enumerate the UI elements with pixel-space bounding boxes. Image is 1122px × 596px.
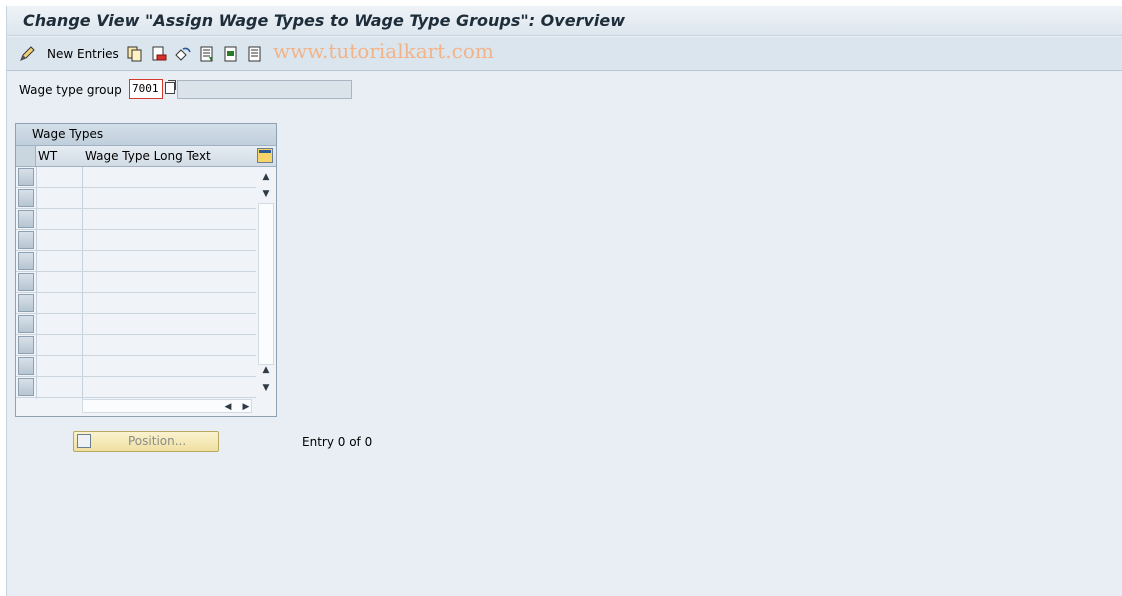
table-row[interactable] <box>16 377 256 398</box>
table-settings-icon[interactable] <box>257 148 273 163</box>
table-row[interactable] <box>16 314 256 335</box>
select-all-rows-button[interactable] <box>16 146 36 166</box>
vertical-scroll-track[interactable] <box>258 203 274 365</box>
row-selector[interactable] <box>18 336 34 354</box>
scroll-right-icon[interactable]: ▶ <box>238 399 254 415</box>
wage-type-group-input[interactable]: 7001 <box>129 79 163 99</box>
position-button[interactable]: Position... <box>73 431 219 452</box>
undo-change-icon[interactable] <box>175 46 191 62</box>
scroll-left-icon[interactable]: ◀ <box>220 399 236 415</box>
table-header: WT Wage Type Long Text <box>16 146 276 167</box>
table-row[interactable] <box>16 209 256 230</box>
row-selector[interactable] <box>18 168 34 186</box>
table-row[interactable] <box>16 335 256 356</box>
table-title: Wage Types <box>16 124 276 146</box>
table-row[interactable] <box>16 293 256 314</box>
page-title: Change View "Assign Wage Types to Wage T… <box>23 11 625 30</box>
entry-status: Entry 0 of 0 <box>302 435 373 449</box>
wage-types-table: Wage Types WT Wage Type Long Text ▲ ▼ ▲ … <box>15 123 277 417</box>
table-row[interactable] <box>16 230 256 251</box>
row-selector[interactable] <box>18 231 34 249</box>
select-all-icon[interactable] <box>199 46 215 62</box>
position-button-label: Position... <box>128 434 187 448</box>
column-header-wt[interactable]: WT <box>38 149 57 163</box>
wage-type-group-label: Wage type group <box>19 83 122 97</box>
watermark-text: www.tutorialkart.com <box>273 39 494 63</box>
value-help-icon[interactable] <box>165 80 176 94</box>
row-selector[interactable] <box>18 378 34 396</box>
copy-icon[interactable] <box>127 46 143 62</box>
row-selector[interactable] <box>18 273 34 291</box>
row-selector[interactable] <box>18 210 34 228</box>
scroll-down-icon[interactable]: ▼ <box>258 380 274 396</box>
scroll-up-icon[interactable]: ▲ <box>258 362 274 378</box>
new-entries-button[interactable]: New Entries <box>47 47 119 61</box>
sap-window: Change View "Assign Wage Types to Wage T… <box>6 6 1122 596</box>
column-header-long-text[interactable]: Wage Type Long Text <box>85 149 211 163</box>
deselect-all-icon[interactable] <box>247 46 263 62</box>
wage-type-group-description <box>177 80 352 99</box>
row-selector[interactable] <box>18 294 34 312</box>
application-toolbar: New Entries www.tutorialkart.com <box>7 37 1122 71</box>
table-row[interactable] <box>16 272 256 293</box>
select-block-icon[interactable] <box>223 46 239 62</box>
row-selector[interactable] <box>18 252 34 270</box>
table-row[interactable] <box>16 356 256 377</box>
row-selector[interactable] <box>18 315 34 333</box>
position-icon <box>77 434 91 448</box>
change-display-icon[interactable] <box>19 46 35 62</box>
scroll-down-icon[interactable]: ▼ <box>258 186 274 202</box>
table-row[interactable] <box>16 167 256 188</box>
delete-icon[interactable] <box>151 46 167 62</box>
table-row[interactable] <box>16 188 256 209</box>
table-row[interactable] <box>16 251 256 272</box>
title-bar: Change View "Assign Wage Types to Wage T… <box>7 6 1122 36</box>
scroll-up-icon[interactable]: ▲ <box>258 169 274 185</box>
row-selector[interactable] <box>18 189 34 207</box>
row-selector[interactable] <box>18 357 34 375</box>
